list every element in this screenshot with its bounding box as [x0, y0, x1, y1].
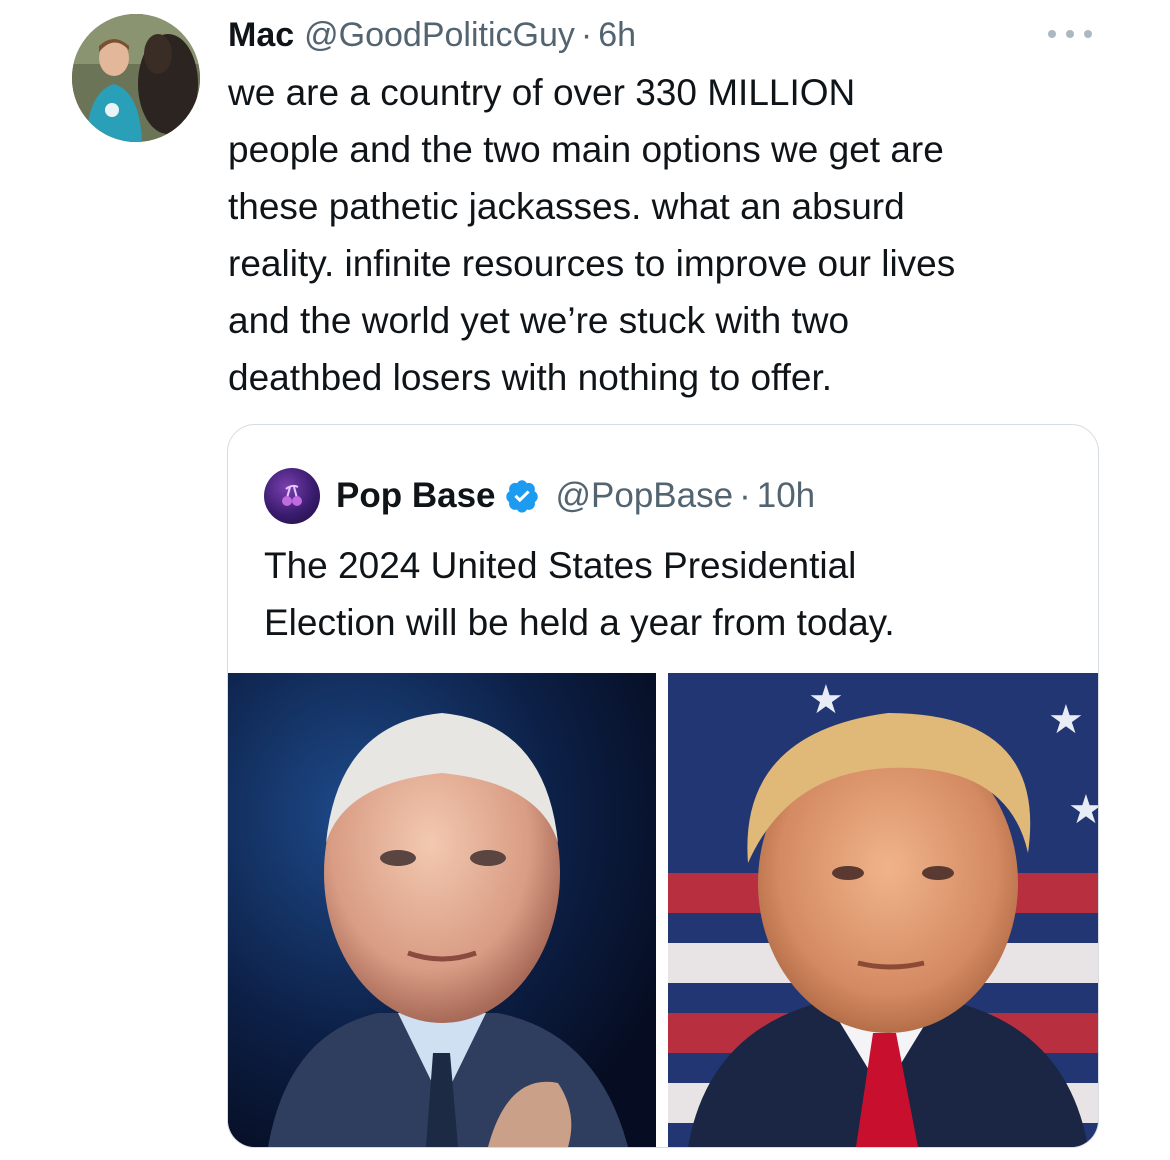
more-dot [1048, 30, 1056, 38]
author-name[interactable]: Mac [228, 16, 294, 55]
media-photo-right[interactable]: ★ ★ ★ [668, 673, 1098, 1147]
quoted-tweet-timestamp[interactable]: 10h [757, 476, 815, 516]
quoted-tweet-text: The 2024 United States Presidential Elec… [264, 537, 1084, 651]
separator-dot: · [580, 15, 593, 54]
separator-dot: · [739, 476, 751, 515]
tweet-timestamp[interactable]: 6h [598, 16, 636, 55]
author-handle[interactable]: @GoodPoliticGuy [304, 16, 575, 55]
svg-text:★: ★ [1068, 787, 1098, 833]
quoted-author-handle[interactable]: @PopBase [556, 476, 734, 516]
tweet-text-line: deathbed losers with nothing to offer. [228, 357, 833, 398]
svg-text:★: ★ [808, 677, 844, 723]
quoted-author-name[interactable]: Pop Base [336, 476, 496, 516]
quoted-tweet-header: Pop Base @PopBase · 10h [264, 468, 815, 524]
tweet-text: we are a country of over 330 MILLION peo… [228, 64, 1128, 406]
more-dot [1066, 30, 1074, 38]
verified-badge-icon [505, 480, 538, 513]
portrait-photo-right: ★ ★ ★ [668, 673, 1098, 1147]
author-avatar[interactable] [72, 14, 200, 142]
tweet-text-line: people and the two main options we get a… [228, 129, 944, 170]
quoted-text-line: Election will be held a year from today. [264, 602, 895, 643]
more-dot [1084, 30, 1092, 38]
quoted-tweet-media: ★ ★ ★ [228, 673, 1098, 1147]
tweet-header: Mac @GoodPoliticGuy · 6h [228, 12, 636, 58]
tweet-text-line: we are a country of over 330 MILLION [228, 72, 856, 113]
avatar-image [72, 14, 200, 142]
quoted-text-line: The 2024 United States Presidential [264, 545, 857, 586]
quoted-tweet[interactable]: Pop Base @PopBase · 10h The 2024 United … [227, 424, 1099, 1148]
media-photo-left[interactable] [228, 673, 656, 1147]
more-options-icon[interactable] [1048, 22, 1092, 46]
svg-text:★: ★ [1048, 697, 1084, 743]
quoted-author-avatar[interactable] [264, 468, 320, 524]
tweet-text-line: these pathetic jackasses. what an absurd [228, 186, 905, 227]
cherry-logo-icon [282, 484, 302, 506]
tweet-text-line: and the world yet we’re stuck with two [228, 300, 850, 341]
portrait-photo-left [228, 673, 656, 1147]
tweet-text-line: reality. infinite resources to improve o… [228, 243, 956, 284]
